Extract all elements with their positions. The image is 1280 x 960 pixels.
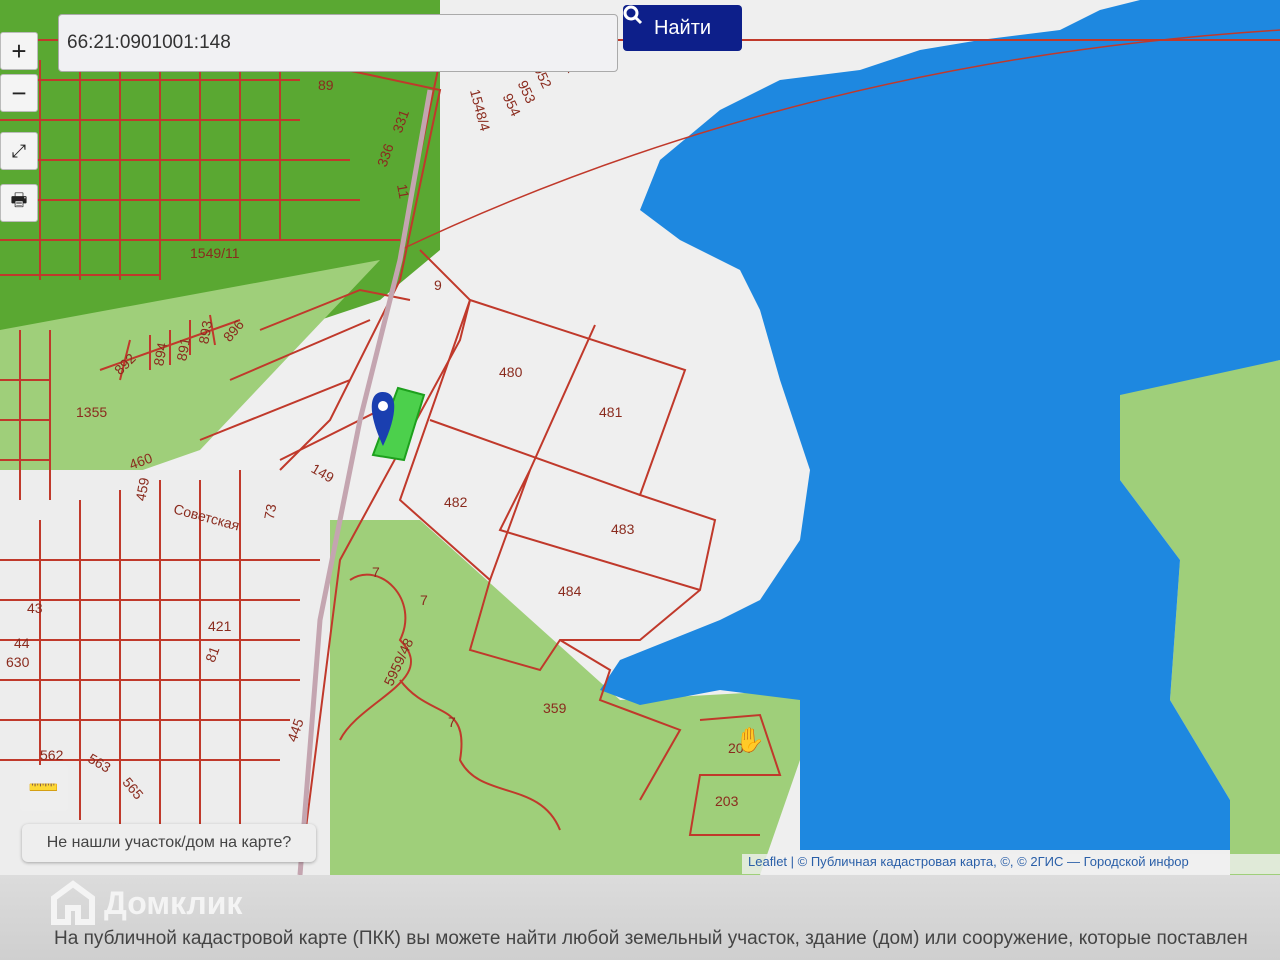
residential-area (0, 470, 330, 875)
leaflet-link[interactable]: Leaflet (748, 854, 787, 869)
parcel-label: 11 (394, 183, 412, 200)
measure-button[interactable]: 📏 (20, 765, 68, 811)
zoom-out-button[interactable]: − (0, 74, 38, 112)
parcel-label: 482 (444, 494, 468, 510)
fullscreen-button[interactable]: ⤢ (0, 132, 38, 170)
find-button-label: Найти (653, 16, 712, 39)
parcel-label: 359 (543, 700, 567, 716)
not-found-parcel-button[interactable]: Не нашли участок/дом на карте? (22, 824, 316, 862)
parcel-label: 480 (499, 364, 523, 380)
parcel-label: 89 (318, 77, 334, 93)
domclick-logo[interactable]: Домклик (50, 880, 242, 926)
parcel-label: 9 (434, 277, 442, 293)
map-canvas[interactable]: 89 331 336 11 1548/4 954 953 952 91 1549… (0, 0, 1280, 875)
parcel-label: 562 (40, 747, 64, 763)
hand-cursor-icon: ✋ (735, 726, 766, 755)
parcel-label: 7 (420, 592, 428, 608)
ruler-icon: 📏 (25, 769, 63, 807)
parcel-label: 484 (558, 583, 582, 599)
parcel-label: 481 (599, 404, 623, 420)
parcel-label: 203 (715, 793, 739, 809)
map-attribution: Leaflet | © Публичная кадастровая карта,… (742, 854, 1280, 874)
cadastral-search-input[interactable]: 66:21:0901001:148 (58, 14, 618, 72)
zoom-in-button[interactable]: + (0, 32, 38, 70)
parcel-label: 1548/4 (467, 87, 494, 133)
svg-text:✋: ✋ (735, 726, 765, 754)
parcel-label: 7 (372, 564, 380, 580)
parcel-label: 483 (611, 521, 635, 537)
search-input-value: 66:21:0901001:148 (67, 32, 231, 53)
cadastral-map[interactable]: 89 331 336 11 1548/4 954 953 952 91 1549… (0, 0, 1280, 875)
parcel-label: 1355 (76, 404, 107, 420)
logo-text: Домклик (104, 884, 243, 921)
parcel-label: 1549/11 (190, 245, 240, 261)
search-icon (623, 5, 643, 25)
parcel-label: 7 (448, 714, 456, 730)
find-button[interactable]: Найти (623, 5, 742, 51)
parcel-label: 630 (6, 654, 30, 670)
green-area-south (330, 520, 800, 875)
attribution-text: | © Публичная кадастровая карта, ©, © 2Г… (787, 854, 1189, 869)
house-logo-icon (51, 880, 95, 925)
print-button[interactable]: 🖶 (0, 184, 38, 222)
printer-icon: 🖶 (10, 190, 28, 210)
parcel-label: 44 (14, 635, 30, 651)
parcel-label: 421 (208, 618, 232, 634)
parcel-label: 43 (27, 600, 43, 616)
page-description: На публичной кадастровой карте (ПКК) вы … (54, 928, 1248, 949)
parcel-label: 73 (261, 502, 279, 520)
expand-icon: ⤢ (11, 140, 27, 161)
